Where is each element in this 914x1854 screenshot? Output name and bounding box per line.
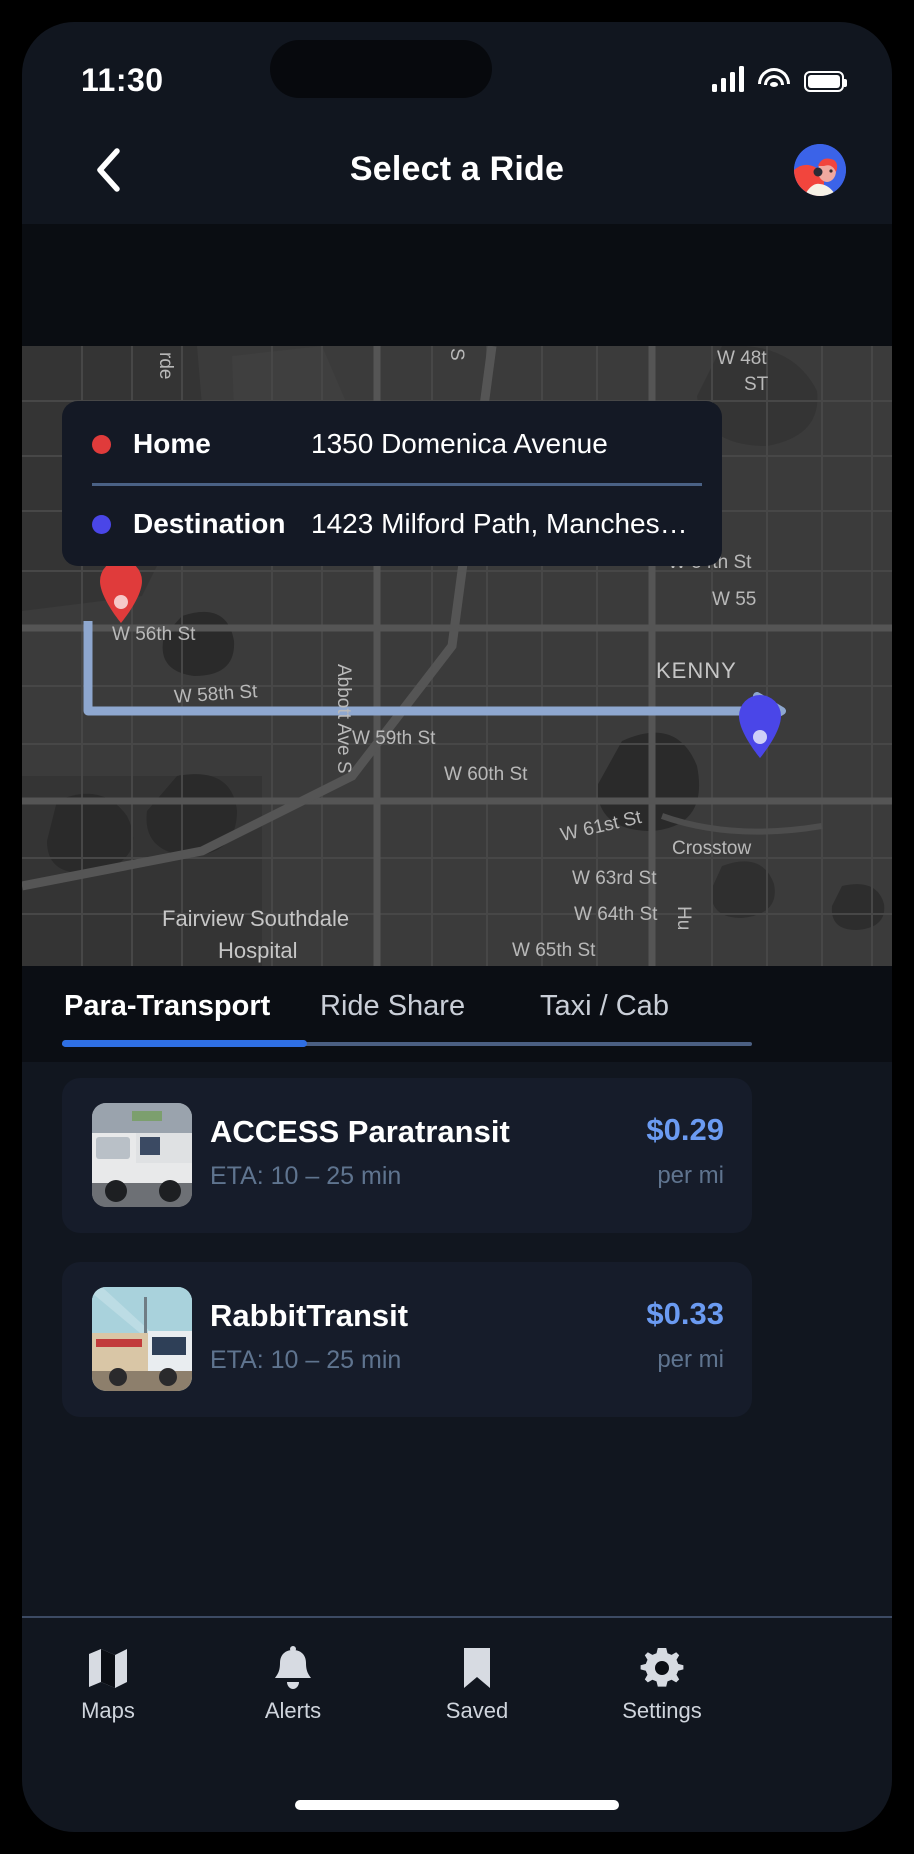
ride-price-unit: per mi [657, 1162, 724, 1189]
map-label: W 60th St [444, 764, 528, 785]
map-label: W 59th St [352, 728, 436, 749]
map-view[interactable]: rde S W 48t ST W 54th St W 55 W 56th St … [22, 346, 892, 966]
status-icons [711, 58, 847, 92]
map-icon [43, 1640, 173, 1696]
rabbittransit-bus-photo [92, 1287, 192, 1391]
ride-option-card[interactable]: ACCESS Paratransit ETA: 10 – 25 min $0.2… [62, 1078, 752, 1233]
ride-price-unit: per mi [657, 1346, 724, 1373]
tab-taxi-cab[interactable]: Taxi / Cab [540, 990, 669, 1023]
tab-active-indicator [62, 1040, 307, 1047]
paratransit-van-photo [92, 1103, 192, 1207]
page-title: Select a Ride [349, 150, 565, 188]
nav-label-alerts: Alerts [264, 1698, 322, 1723]
tab-ride-share[interactable]: Ride Share [320, 990, 465, 1023]
home-indicator[interactable] [295, 1800, 619, 1810]
map-label: S [446, 348, 467, 361]
ride-price: $0.29 [646, 1112, 724, 1147]
nav-label-saved: Saved [445, 1698, 509, 1723]
ride-option-card[interactable]: RabbitTransit ETA: 10 – 25 min $0.33 per… [62, 1262, 752, 1417]
nav-item-saved[interactable]: Saved [412, 1640, 542, 1724]
route-address-card: Home 1350 Domenica Avenue Destination 14… [62, 401, 722, 566]
origin-row[interactable]: Home 1350 Domenica Avenue [92, 405, 692, 483]
map-label: Abbott Ave S [333, 664, 354, 774]
map-label: Fairview Southdale [162, 906, 350, 931]
map-label: W 64th St [574, 904, 658, 925]
bell-icon [228, 1640, 358, 1696]
app-header: Select a Ride [22, 114, 892, 316]
ride-price: $0.33 [646, 1296, 724, 1331]
nav-item-alerts[interactable]: Alerts [228, 1640, 358, 1724]
destination-row[interactable]: Destination 1423 Milford Path, Manches… [92, 485, 692, 563]
map-label: rde [155, 352, 176, 380]
nav-item-maps[interactable]: Maps [43, 1640, 173, 1724]
gear-icon [597, 1640, 727, 1696]
destination-label: Destination [133, 508, 286, 539]
ride-type-tabs: Para-Transport Ride Share Taxi / Cab [22, 966, 892, 1062]
map-label: W 48t [717, 348, 767, 369]
nav-label-maps: Maps [81, 1698, 135, 1723]
map-label: ST [744, 374, 769, 395]
nav-item-settings[interactable]: Settings [597, 1640, 727, 1724]
map-label: Crosstow [672, 838, 752, 859]
cellular-signal-icon [711, 66, 744, 92]
status-time: 11:30 [81, 62, 164, 98]
bottom-nav: Maps Alerts Saved Settings [22, 1618, 892, 1770]
ride-eta: ETA: 10 – 25 min [210, 1346, 402, 1374]
map-label: W 55 [712, 589, 757, 610]
origin-dot-icon [92, 434, 111, 454]
dynamic-island [270, 40, 492, 98]
map-label: KENNY [656, 658, 737, 683]
bookmark-icon [412, 1640, 542, 1696]
tab-para-transport[interactable]: Para-Transport [64, 990, 270, 1023]
map-label: W 56th St [112, 624, 196, 645]
map-label: Hu [673, 906, 694, 931]
origin-address: 1350 Domenica Avenue [311, 428, 608, 459]
map-label: W 65th St [512, 940, 596, 961]
progress-stepper: 1 2 3 Select a Ride Payment Confirmation [22, 224, 892, 525]
destination-address: 1423 Milford Path, Manches… [311, 508, 688, 539]
destination-dot-icon [92, 514, 111, 534]
ride-name: RabbitTransit [210, 1298, 409, 1333]
wifi-icon [758, 68, 790, 92]
battery-icon [804, 71, 847, 92]
nav-label-settings: Settings [622, 1698, 702, 1723]
ride-eta: ETA: 10 – 25 min [210, 1162, 402, 1190]
status-bar: 11:30 [22, 22, 892, 114]
origin-label: Home [133, 428, 211, 459]
map-label: Hospital [218, 938, 298, 963]
avatar[interactable] [794, 144, 846, 196]
phone-screen: 11:30 Select a Ride rde S W 48t ST St W … [22, 22, 892, 1832]
ride-name: ACCESS Paratransit [210, 1114, 510, 1149]
map-label: W 63rd St [572, 868, 657, 889]
phone-device: 11:30 Select a Ride rde S W 48t ST St W … [0, 0, 914, 1854]
